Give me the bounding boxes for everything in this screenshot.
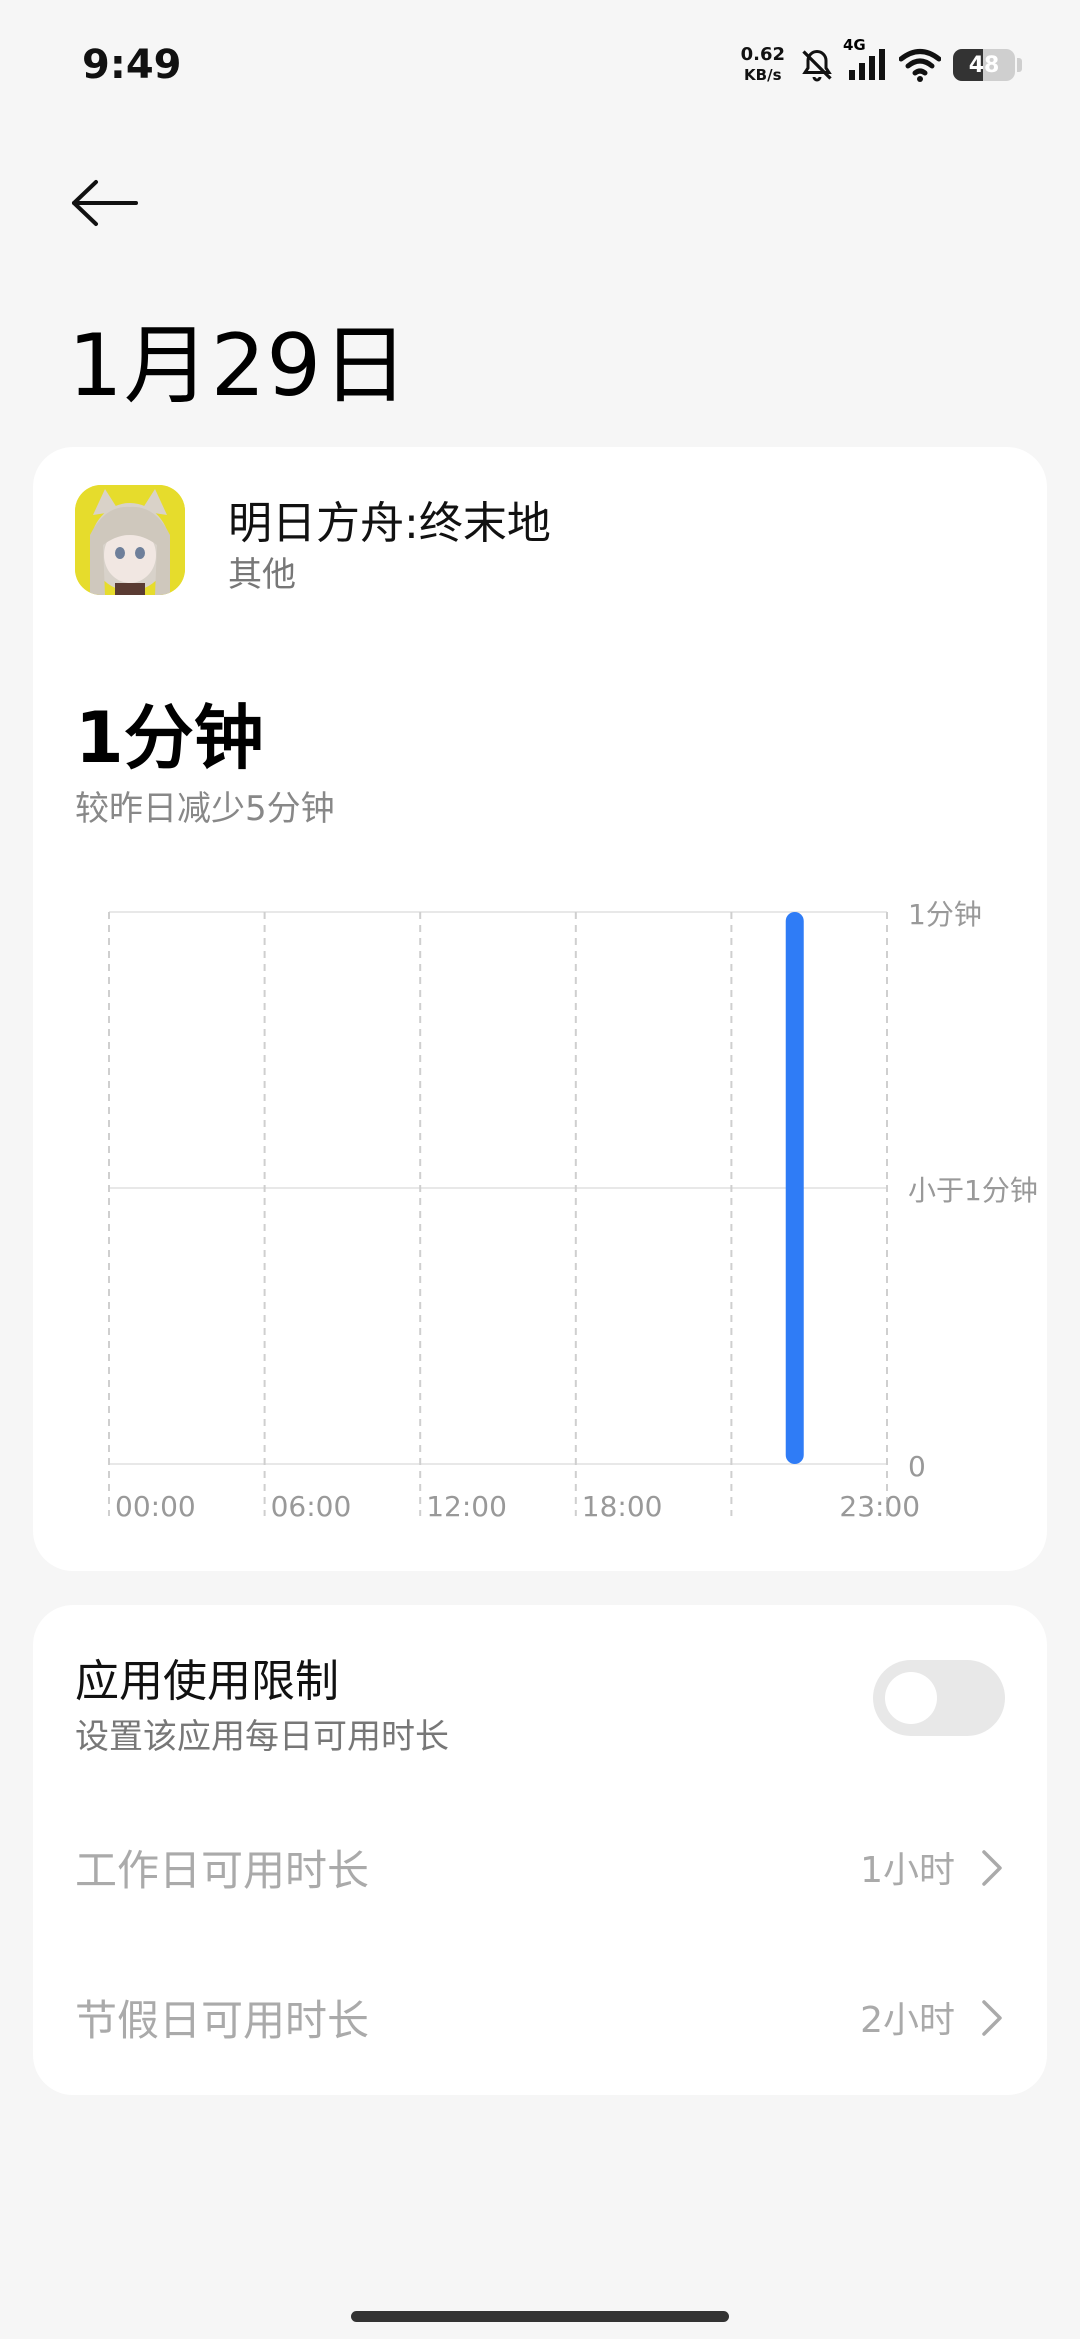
status-icons: 0.62 KB/s 4G 48 — [741, 36, 1022, 90]
usage-card: 明日方舟:终末地 其他 1分钟 较昨日减少5分钟 1分钟小于1分钟 0 00:00 0… — [33, 447, 1047, 1571]
network-speed: 0.62 KB/s — [741, 45, 785, 85]
home-indicator[interactable] — [351, 2311, 729, 2322]
usage-chart-svg: 1分钟小于1分钟 0 00:00 06:00 12:00 18:00 23:00 — [108, 898, 1038, 1523]
toggle-knob — [885, 1672, 937, 1724]
app-name: 明日方舟:终末地 — [228, 498, 551, 549]
x-tick-label: 18:00 — [582, 1490, 663, 1523]
battery-icon: 48 — [953, 49, 1015, 81]
holiday-limit-row[interactable]: 节假日可用时长 2小时 — [33, 1957, 1047, 2077]
usage-comparison: 较昨日减少5分钟 — [75, 789, 335, 829]
bell-off-icon — [799, 47, 835, 83]
app-icon — [75, 485, 185, 595]
network-type: 4G — [843, 36, 866, 54]
app-category: 其他 — [228, 555, 296, 595]
chevron-right-icon — [979, 1999, 1005, 2041]
usage-total: 1分钟 — [75, 697, 264, 779]
back-button[interactable] — [70, 170, 150, 240]
y-tick-label: 小于1分钟 — [908, 1174, 1038, 1207]
limit-card: 应用使用限制 设置该应用每日可用时长 工作日可用时长 1小时 节假日可用时长 2… — [33, 1605, 1047, 2095]
limit-title: 应用使用限制 — [75, 1656, 339, 1707]
limit-subtitle: 设置该应用每日可用时长 — [75, 1717, 449, 1757]
y-tick-label: 0 — [908, 1450, 926, 1483]
workday-limit-value: 1小时 — [860, 1850, 955, 1891]
wifi-icon — [899, 48, 941, 82]
holiday-limit-label: 节假日可用时长 — [75, 1995, 370, 2045]
usage-bar — [785, 912, 804, 1464]
signal-icon: 4G — [843, 36, 887, 82]
holiday-limit-value: 2小时 — [860, 2000, 955, 2041]
workday-limit-row[interactable]: 工作日可用时长 1小时 — [33, 1807, 1047, 1927]
usage-chart: 1分钟小于1分钟 0 00:00 06:00 12:00 18:00 23:00 — [73, 887, 1043, 1527]
network-speed-value: 0.62 — [740, 44, 785, 65]
battery-level: 48 — [968, 52, 1000, 78]
chevron-right-icon — [979, 1849, 1005, 1891]
x-tick-label: 23:00 — [839, 1490, 920, 1523]
status-time: 9:49 — [82, 42, 182, 88]
network-speed-unit: KB/s — [744, 66, 782, 84]
arrow-left-icon — [70, 178, 140, 232]
x-tick-label: 12:00 — [426, 1490, 507, 1523]
page-title: 1月29日 — [68, 316, 410, 416]
x-tick-label: 00:00 — [115, 1490, 196, 1523]
workday-limit-label: 工作日可用时长 — [75, 1845, 370, 1895]
y-tick-label: 1分钟 — [908, 898, 982, 931]
limit-toggle[interactable] — [873, 1660, 1005, 1736]
x-tick-label: 06:00 — [271, 1490, 352, 1523]
status-bar: 9:49 0.62 KB/s 4G 48 — [0, 0, 1080, 120]
